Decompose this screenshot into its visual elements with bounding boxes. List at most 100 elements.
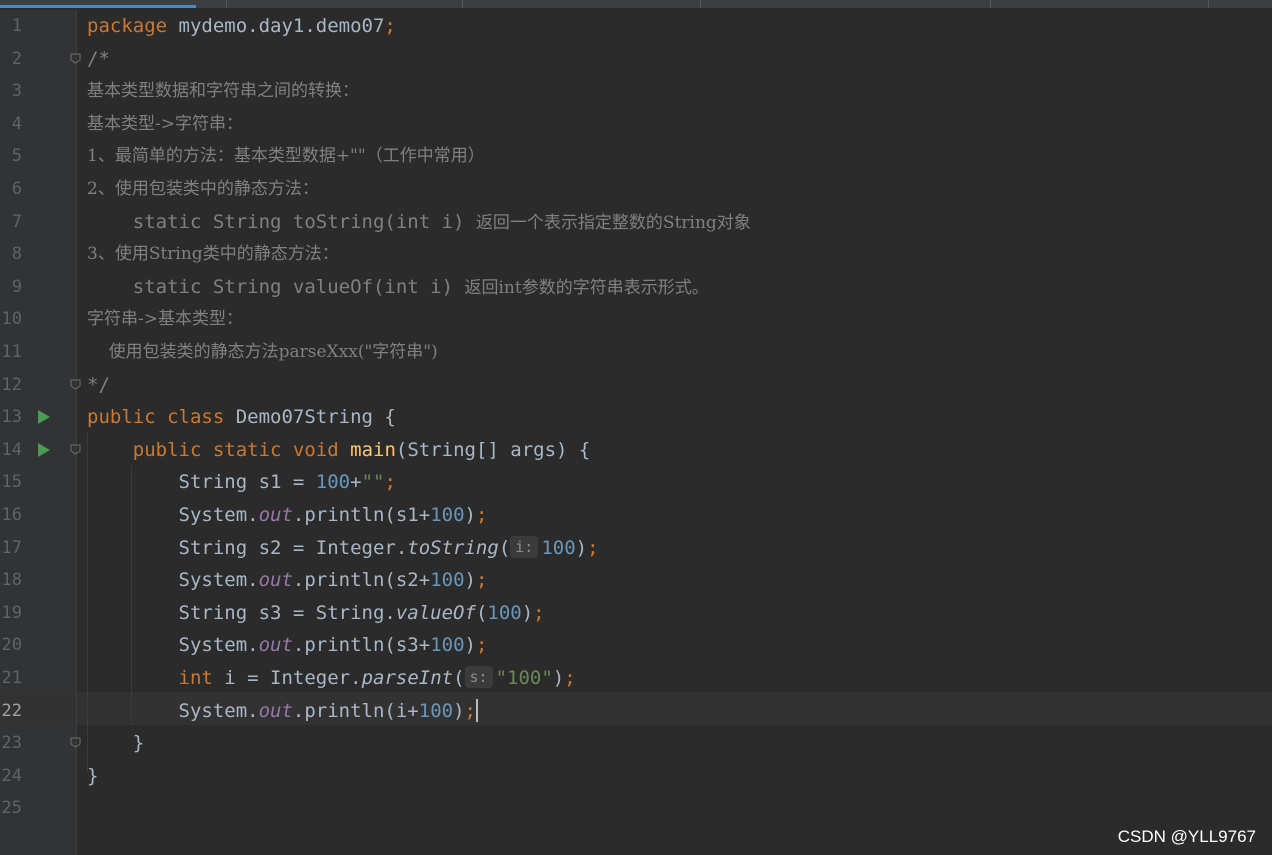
fold-icon[interactable]	[70, 53, 81, 64]
semicolon: ;	[475, 504, 488, 526]
code-line-2[interactable]: /*	[87, 43, 110, 76]
code-line-22[interactable]: System.out.println(i+100);	[87, 695, 478, 728]
text-caret	[476, 698, 478, 722]
code-editor[interactable]: 1 2 3 4 5 6 7 8 9 10 11 12 13 14 15 16 17 18 19 20 21 22 23 24 2…	[0, 0, 1272, 855]
code-line-1[interactable]: package mydemo.day1.demo07;	[87, 10, 396, 43]
line-number[interactable]: 1	[0, 10, 22, 43]
code-line-14[interactable]: public static void main(String[] args) {	[87, 434, 591, 467]
line-number[interactable]: 19	[0, 597, 22, 630]
run-icon[interactable]	[38, 410, 50, 425]
code-line-19[interactable]: String s3 = String.valueOf(100);	[87, 597, 545, 630]
code-line-10[interactable]: 字符串->基本类型：	[87, 303, 243, 336]
paren: (	[498, 536, 511, 559]
operator: +	[350, 471, 362, 494]
line-number[interactable]: 7	[0, 206, 22, 239]
static-method-call: parseInt	[361, 667, 454, 689]
code-line-12[interactable]: */	[87, 369, 110, 402]
code-line-16[interactable]: System.out.println(s1+100);	[87, 499, 488, 532]
closing-brace: }	[87, 764, 99, 787]
code-line-24[interactable]: }	[87, 760, 98, 793]
code-line-15[interactable]: String s1 = 100+"";	[87, 466, 396, 499]
code-text: .println(s2+	[292, 569, 431, 592]
line-number[interactable]: 9	[0, 271, 22, 304]
tab-separator	[1208, 0, 1209, 8]
fold-icon[interactable]	[70, 444, 81, 455]
comment-text: 字符串->基本类型：	[87, 309, 243, 330]
line-number[interactable]: 17	[0, 532, 22, 565]
code-line-11[interactable]: 使用包装类的静态方法parseXxx("字符串")	[87, 336, 438, 369]
number-literal: 100	[430, 569, 465, 592]
line-number[interactable]: 25	[0, 792, 22, 825]
code-line-20[interactable]: System.out.println(s3+100);	[87, 629, 488, 662]
comment-text: 返回int参数的字符串表示形式。	[464, 277, 709, 298]
paren: )	[521, 601, 534, 624]
keyword: public static void	[132, 438, 339, 461]
line-number[interactable]: 23	[0, 727, 22, 760]
fold-icon[interactable]	[70, 379, 81, 390]
line-number[interactable]: 21	[0, 662, 22, 695]
semicolon: ;	[533, 601, 545, 624]
semicolon: ;	[475, 634, 488, 657]
parameter-hint: i:	[510, 535, 539, 558]
number-literal: 100	[487, 601, 522, 624]
code-line-3[interactable]: 基本类型数据和字符串之间的转换：	[87, 75, 359, 108]
line-number[interactable]: 15	[0, 466, 22, 499]
comment-open: /*	[87, 47, 110, 70]
comment-signature: static String toString(int i)	[87, 210, 476, 233]
number-literal: 100	[418, 699, 454, 722]
code-line-5[interactable]: 1、最简单的方法：基本类型数据+""（工作中常用）	[87, 140, 485, 173]
code-line-21[interactable]: int i = Integer.parseInt(s: "100");	[87, 662, 576, 695]
line-number[interactable]: 14	[0, 434, 22, 467]
static-field: out	[258, 504, 293, 526]
code-line-7[interactable]: static String toString(int i) 返回一个表示指定整数…	[87, 206, 751, 239]
code-line-23[interactable]: }	[87, 727, 144, 760]
line-number[interactable]: 16	[0, 499, 22, 532]
line-number[interactable]: 13	[0, 401, 22, 434]
comment-text: 基本类型数据和字符串之间的转换：	[87, 81, 359, 102]
package-name: mydemo.day1.demo07	[167, 15, 385, 37]
code-line-8[interactable]: 3、使用String类中的静态方法：	[87, 238, 339, 271]
watermark: CSDN @YLL9767	[1117, 827, 1256, 846]
semicolon: ;	[384, 471, 396, 494]
code-line-13[interactable]: public class Demo07String {	[87, 401, 396, 434]
run-icon[interactable]	[38, 442, 50, 457]
number-literal: 100	[315, 471, 351, 494]
fold-icon[interactable]	[70, 737, 81, 748]
line-number[interactable]: 6	[0, 173, 22, 206]
line-number[interactable]: 8	[0, 238, 22, 271]
line-number[interactable]: 2	[0, 43, 22, 76]
code-text: System.	[178, 699, 259, 722]
code-text: String s2 = Integer.	[178, 536, 408, 559]
paren: )	[453, 699, 465, 722]
line-number[interactable]: 4	[0, 108, 22, 141]
tab-separator	[226, 0, 227, 8]
comment-text: 1、最简单的方法：基本类型数据+""（工作中常用）	[87, 146, 485, 167]
line-number[interactable]: 24	[0, 760, 22, 793]
line-number[interactable]: 3	[0, 75, 22, 108]
code-line-4[interactable]: 基本类型->字符串：	[87, 108, 243, 141]
tab-separator	[990, 0, 991, 8]
method-name: main	[350, 438, 396, 461]
code-line-6[interactable]: 2、使用包装类中的静态方法：	[87, 173, 319, 206]
line-number[interactable]: 11	[0, 336, 22, 369]
line-number[interactable]: 5	[0, 140, 22, 173]
code-line-9[interactable]: static String valueOf(int i) 返回int参数的字符串…	[87, 271, 709, 304]
code-text: System.	[178, 504, 259, 526]
tab-separator	[462, 0, 463, 8]
code-line-18[interactable]: System.out.println(s2+100);	[87, 564, 488, 597]
editor-tab-strip[interactable]	[0, 0, 1272, 8]
static-field: out	[258, 634, 293, 657]
code-line-17[interactable]: String s2 = Integer.toString(i: 100);	[87, 532, 599, 565]
code-text: .println(i+	[292, 699, 419, 722]
paren: (	[453, 667, 465, 689]
code-text: System.	[178, 569, 259, 592]
line-number[interactable]: 10	[0, 303, 22, 336]
line-number[interactable]: 18	[0, 564, 22, 597]
line-number[interactable]: 20	[0, 629, 22, 662]
line-number[interactable]: 22	[0, 695, 22, 728]
line-number[interactable]: 12	[0, 369, 22, 402]
